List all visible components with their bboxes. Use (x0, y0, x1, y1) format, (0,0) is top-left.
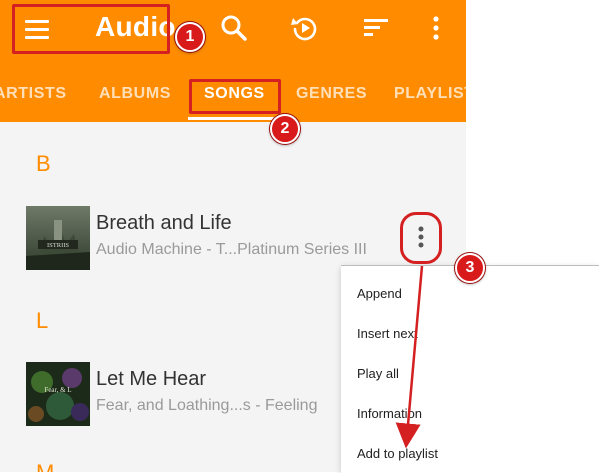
annotation-callout-2: 2 (270, 114, 300, 144)
annotation-arrow (395, 265, 424, 449)
annotation-callout-1: 1 (175, 22, 205, 52)
annotation-callout-3: 3 (455, 253, 485, 283)
